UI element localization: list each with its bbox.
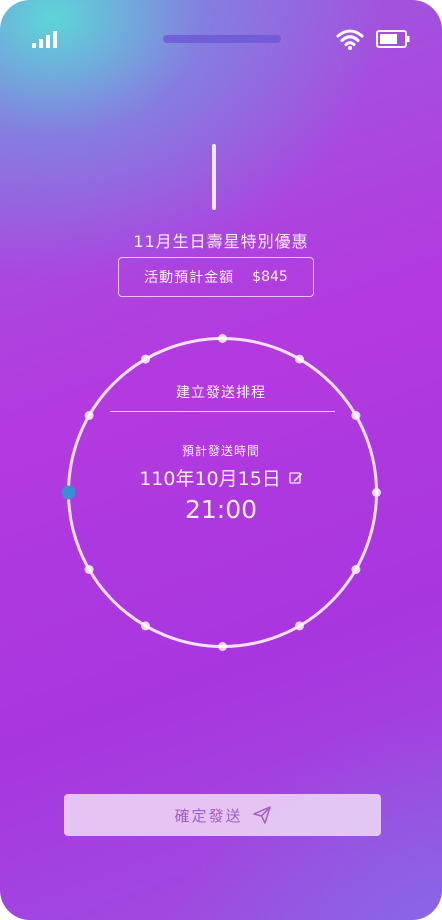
battery-icon: [376, 30, 410, 48]
schedule-dial: [61, 334, 381, 651]
dial-tick: [84, 565, 94, 574]
schedule-title: 建立發送排程: [176, 385, 266, 401]
amount-value: $845: [252, 269, 288, 285]
status-bar: [0, 0, 442, 80]
dial-tick: [295, 621, 304, 631]
date-row[interactable]: 110年10月15日: [0, 464, 442, 491]
vertical-divider: [212, 144, 216, 210]
send-date[interactable]: 110年10月15日: [139, 464, 281, 491]
paper-plane-icon: [252, 806, 271, 824]
dial-tick: [295, 354, 304, 364]
amount-label: 活動預計金額: [144, 270, 235, 286]
amount-box: 活動預計金額 $845: [118, 257, 314, 297]
speaker-notch: [163, 35, 281, 43]
send-time[interactable]: 21:00: [0, 495, 442, 524]
wifi-icon: [336, 29, 364, 50]
dial-tick: [141, 354, 150, 364]
phone-screen: 11月生日壽星特別優惠 活動預計金額 $845 建立發送排程 預計發送時間 11…: [0, 0, 442, 920]
dial-tick: [141, 621, 150, 631]
signal-icon: [32, 31, 57, 48]
schedule-divider: [110, 411, 335, 412]
confirm-send-button[interactable]: 確定發送: [64, 794, 381, 836]
dial-tick: [351, 411, 361, 420]
promo-title: 11月生日壽星特別優惠: [133, 232, 309, 251]
edit-icon[interactable]: [289, 471, 303, 485]
confirm-send-label: 確定發送: [174, 806, 243, 825]
dial-tick: [351, 565, 361, 574]
dial-tick: [218, 642, 227, 651]
dial-tick: [84, 411, 94, 420]
send-time-label: 預計發送時間: [181, 444, 260, 458]
dial-tick: [218, 334, 227, 343]
